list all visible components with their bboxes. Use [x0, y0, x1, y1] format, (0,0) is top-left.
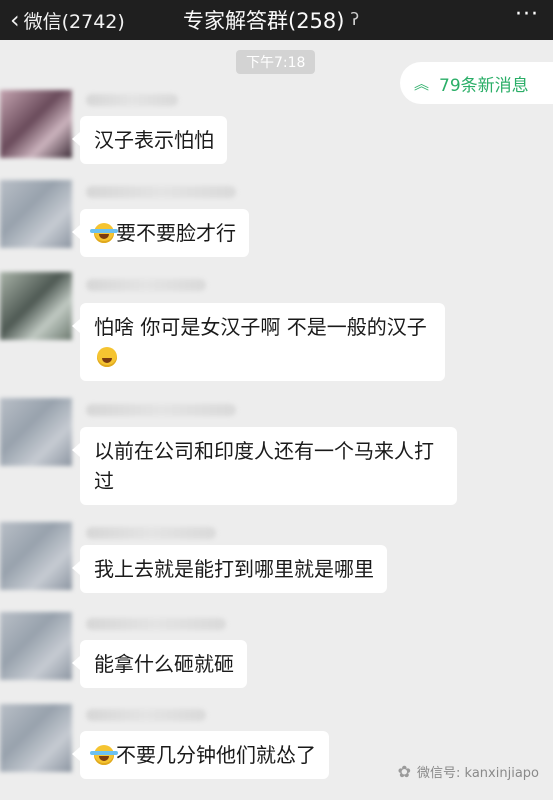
message-bubble[interactable]: 不要几分钟他们就怂了: [72, 731, 329, 779]
avatar[interactable]: [0, 398, 72, 466]
double-chevron-up-icon: ︽: [414, 74, 430, 93]
message-bubble[interactable]: 要不要脸才行: [72, 209, 249, 257]
ear-mode-icon: ʔ: [350, 10, 360, 30]
back-label: 微信(2742): [23, 10, 125, 33]
message-bubble[interactable]: 我上去就是能打到哪里就是哪里: [72, 545, 387, 593]
crying-laughing-emoji-icon: [90, 223, 118, 243]
avatar[interactable]: [0, 90, 72, 158]
avatar[interactable]: [0, 522, 72, 590]
chat-header: ‹ 微信(2742) 专家解答群(258) ʔ ···: [0, 0, 553, 40]
avatar[interactable]: [0, 704, 72, 772]
message-bubble[interactable]: 能拿什么砸就砸: [72, 640, 247, 688]
message-bubble[interactable]: 以前在公司和印度人还有一个马来人打过: [72, 427, 457, 505]
watermark: ✿ 微信号: kanxinjiapo: [398, 762, 539, 781]
avatar[interactable]: [0, 180, 72, 248]
avatar[interactable]: [0, 272, 72, 340]
message-text: 要不要脸才行: [116, 221, 236, 245]
sender-name-blurred: [86, 709, 206, 721]
crying-laughing-emoji-icon: [90, 745, 118, 765]
sender-name-blurred: [86, 186, 236, 198]
sender-name-blurred: [86, 94, 178, 106]
message-text: 怕啥 你可是女汉子啊 不是一般的汉子: [94, 315, 427, 339]
more-options-button[interactable]: ···: [515, 2, 539, 27]
message-text: 我上去就是能打到哪里就是哪里: [94, 557, 374, 581]
sender-name-blurred: [86, 618, 226, 630]
sender-name-blurred: [86, 527, 216, 539]
sender-name-blurred: [86, 279, 206, 291]
chevron-left-icon: ‹: [10, 6, 20, 34]
grinning-emoji-icon: [97, 347, 117, 367]
message-text: 以前在公司和印度人还有一个马来人打过: [94, 439, 434, 493]
message-bubble[interactable]: 怕啥 你可是女汉子啊 不是一般的汉子: [72, 303, 445, 381]
avatar[interactable]: [0, 612, 72, 680]
message-text: 汉子表示怕怕: [94, 128, 214, 152]
message-bubble[interactable]: 汉子表示怕怕: [72, 116, 227, 164]
chat-title: 专家解答群(258): [183, 9, 345, 33]
wechat-icon: ✿: [397, 762, 412, 781]
new-messages-label: 79条新消息: [439, 75, 529, 96]
watermark-text: 微信号: kanxinjiapo: [417, 766, 539, 781]
new-messages-button[interactable]: ︽ 79条新消息: [400, 62, 553, 104]
message-text: 不要几分钟他们就怂了: [116, 743, 316, 767]
message-text: 能拿什么砸就砸: [94, 652, 234, 676]
time-divider: 下午7:18: [236, 50, 316, 74]
chat-title-wrap: 专家解答群(258) ʔ: [183, 0, 359, 40]
sender-name-blurred: [86, 404, 236, 416]
back-button[interactable]: ‹ 微信(2742): [10, 0, 125, 40]
